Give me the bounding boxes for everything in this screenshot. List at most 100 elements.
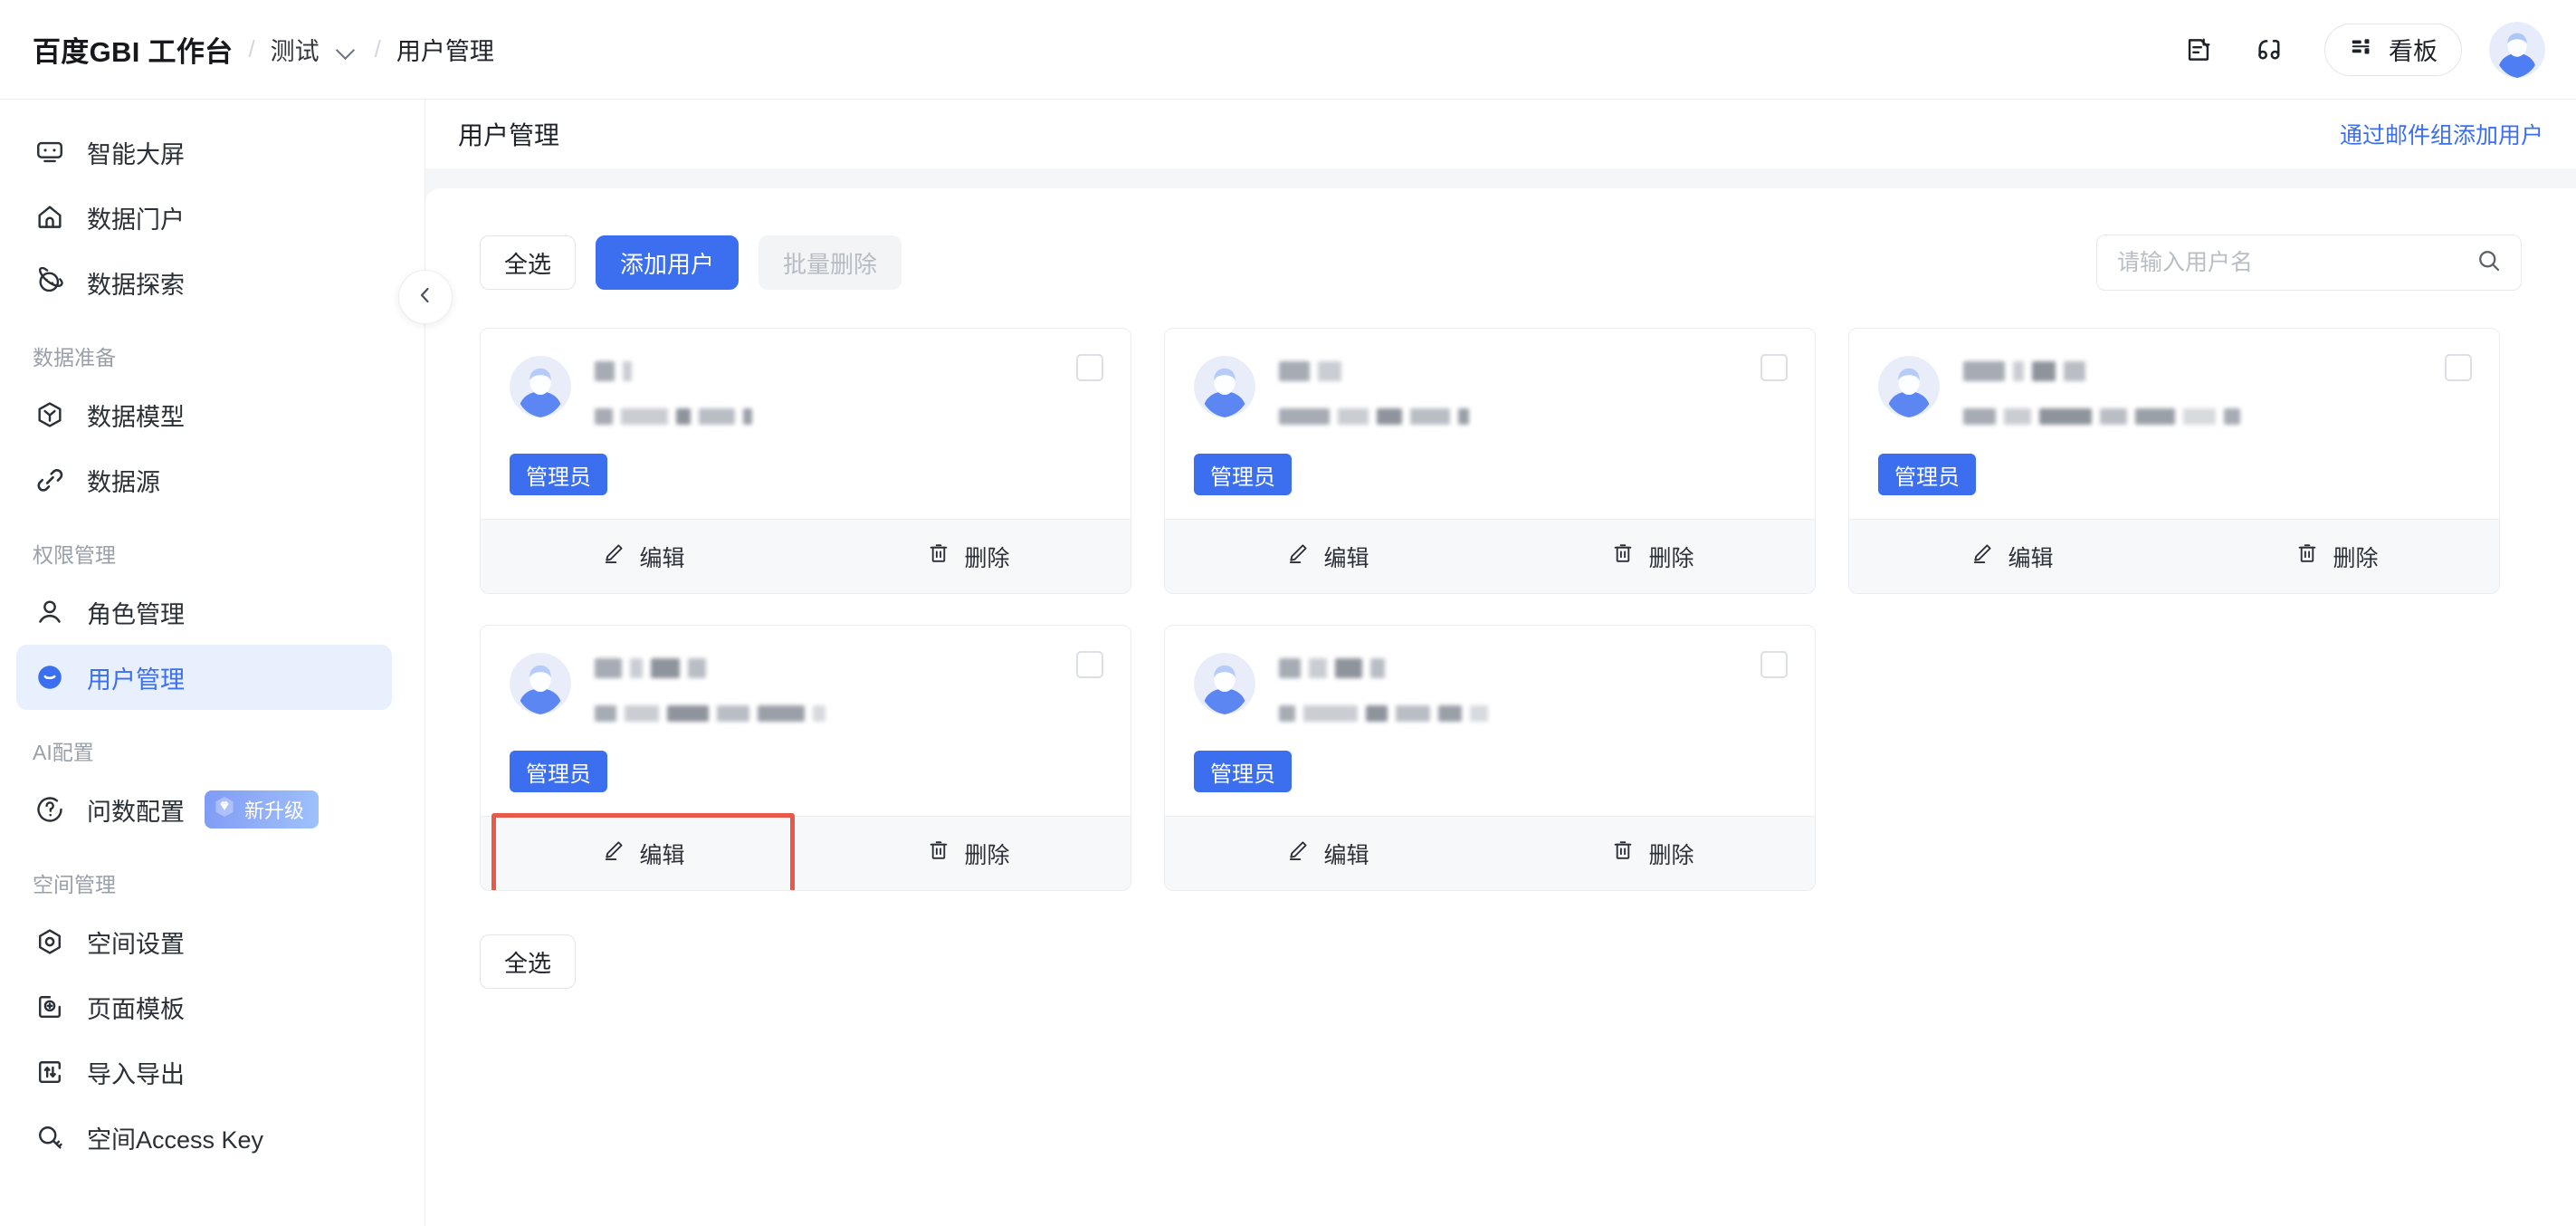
role-badge: 管理员 [1194, 454, 1292, 495]
redacted-block [2100, 408, 2127, 425]
select-user-checkbox[interactable] [1760, 651, 1788, 678]
brand-title: 百度GBI 工作台 [33, 36, 234, 68]
user-card-footer: 编辑 删除 [1165, 519, 1815, 593]
delete-user-button[interactable]: 删除 [1490, 520, 1815, 593]
sidebar-item-data-source[interactable]: 数据源 [16, 447, 392, 512]
user-list-panel: 全选 添加用户 批量删除 请输入用户名 管理员 编辑 删除 管理员 编辑 删除 … [425, 188, 2576, 1226]
edit-user-button[interactable]: 编辑 [1849, 520, 2174, 593]
page-header: 用户管理 通过邮件组添加用户 [425, 100, 2576, 168]
user-card[interactable]: 管理员 编辑 删除 [1164, 625, 1816, 891]
user-card-footer: 编辑 删除 [481, 813, 1131, 890]
edit-user-button[interactable]: 编辑 [481, 520, 806, 593]
pencil-icon [601, 838, 626, 869]
sidebar-item-label: 智能大屏 [87, 140, 185, 168]
kanban-button[interactable]: 看板 [2324, 23, 2462, 76]
pencil-icon [1970, 541, 1995, 572]
edit-user-button[interactable]: 编辑 [1165, 520, 1490, 593]
select-user-checkbox[interactable] [2445, 354, 2472, 381]
select-all-button-top[interactable]: 全选 [480, 235, 577, 290]
edit-user-button[interactable]: 编辑 [481, 813, 806, 890]
user-card-body: 管理员 [1165, 626, 1815, 816]
sidebar-item-data-portal[interactable]: 数据门户 [16, 185, 392, 250]
user-card[interactable]: 管理员 编辑 删除 [480, 625, 1131, 891]
plus-square-icon [33, 990, 67, 1024]
delete-user-button[interactable]: 删除 [806, 817, 1131, 890]
sidebar-item-question-config[interactable]: 问数配置 新升级 [16, 777, 392, 842]
sidebar-item-space-access-key[interactable]: 空间Access Key [16, 1105, 392, 1170]
sidebar-item-data-explore[interactable]: 数据探索 [16, 250, 392, 315]
question-circle-icon [33, 792, 67, 827]
breadcrumb-workspace[interactable]: 测试 [271, 32, 320, 67]
robot-screen-icon [33, 135, 67, 169]
redacted-block [2064, 361, 2085, 381]
delete-user-button[interactable]: 删除 [806, 520, 1131, 593]
delete-user-button[interactable]: 删除 [2174, 520, 2499, 593]
sidebar-item-page-template[interactable]: 页面模板 [16, 974, 392, 1039]
redacted-block [699, 408, 735, 425]
sidebar-item-smart-screen[interactable]: 智能大屏 [16, 120, 392, 185]
select-all-button-bottom[interactable]: 全选 [480, 934, 577, 989]
select-user-checkbox[interactable] [1076, 651, 1103, 678]
sidebar-item-role-management[interactable]: 角色管理 [16, 579, 392, 645]
search-input[interactable] [2117, 249, 2476, 276]
batch-delete-button[interactable]: 批量删除 [758, 235, 902, 290]
redacted-block [1963, 361, 2005, 381]
explore-planet-icon [33, 265, 67, 300]
user-card[interactable]: 管理员 编辑 删除 [480, 328, 1131, 594]
sidebar-group-permissions: 权限管理 [33, 543, 116, 567]
redacted-block [595, 658, 622, 678]
redacted-block [667, 705, 709, 722]
search-icon[interactable] [2476, 247, 2503, 279]
document-edit-icon[interactable] [2171, 22, 2227, 78]
sidebar-group-space: 空间管理 [33, 873, 116, 896]
add-user-by-mail-group-link[interactable]: 通过邮件组添加用户 [2340, 118, 2543, 150]
settings-hex-icon [33, 924, 67, 959]
sidebar-item-space-settings[interactable]: 空间设置 [16, 909, 392, 974]
add-user-button[interactable]: 添加用户 [596, 235, 739, 290]
redacted-block [1335, 658, 1362, 678]
user-identity [595, 356, 1102, 426]
main-content: 用户管理 通过邮件组添加用户 全选 添加用户 批量删除 请输入用户名 管理员 编… [425, 100, 2576, 1226]
chevron-down-icon[interactable] [332, 36, 359, 63]
select-user-checkbox[interactable] [1076, 354, 1103, 381]
user-card-top [1194, 653, 1786, 723]
role-badge: 管理员 [1878, 454, 1976, 495]
trash-icon [926, 838, 951, 869]
sidebar-item-label: 空间设置 [87, 930, 185, 958]
trash-icon [2295, 541, 2320, 572]
key-search-icon [33, 1120, 67, 1154]
avatar[interactable] [2489, 21, 2545, 78]
user-card-footer: 编辑 删除 [481, 519, 1131, 593]
redacted-block [813, 705, 825, 722]
edit-user-button[interactable]: 编辑 [1165, 817, 1490, 890]
select-user-checkbox[interactable] [1760, 354, 1788, 381]
sidebar: 智能大屏 数据门户 数据探索 数据准备 数据模型 数据源 权限管理 角色管理 用… [0, 100, 425, 1226]
redacted-text [1279, 359, 1786, 383]
redacted-text [1279, 656, 1786, 680]
delete-user-button[interactable]: 删除 [1490, 817, 1815, 890]
search-box[interactable] [2096, 235, 2522, 291]
redacted-block [1279, 408, 1330, 425]
sidebar-item-data-model[interactable]: 数据模型 [16, 382, 392, 447]
import-export-icon [33, 1055, 67, 1089]
sidebar-collapse-button[interactable] [398, 270, 453, 324]
sidebar-item-user-management[interactable]: 用户管理 [16, 645, 392, 710]
redacted-block [1338, 408, 1369, 425]
redacted-block [1963, 408, 1996, 425]
redacted-block [2224, 408, 2240, 425]
user-card-body: 管理员 [1849, 329, 2499, 519]
user-card[interactable]: 管理员 编辑 删除 [1848, 328, 2500, 594]
delete-label: 删除 [1648, 842, 1694, 868]
redacted-text [595, 407, 1102, 426]
redacted-block [595, 408, 613, 425]
sidebar-item-label: 用户管理 [87, 666, 185, 694]
toolbar: 全选 添加用户 批量删除 [480, 235, 2522, 291]
headset-icon[interactable] [2241, 22, 2297, 78]
body-row: 智能大屏 数据门户 数据探索 数据准备 数据模型 数据源 权限管理 角色管理 用… [0, 100, 2576, 1226]
user-card[interactable]: 管理员 编辑 删除 [1164, 328, 1816, 594]
redacted-block [688, 658, 706, 678]
sidebar-item-label: 页面模板 [87, 995, 185, 1023]
sidebar-item-label: 数据门户 [87, 206, 185, 234]
edit-label: 编辑 [1323, 842, 1369, 868]
sidebar-item-import-export[interactable]: 导入导出 [16, 1039, 392, 1105]
